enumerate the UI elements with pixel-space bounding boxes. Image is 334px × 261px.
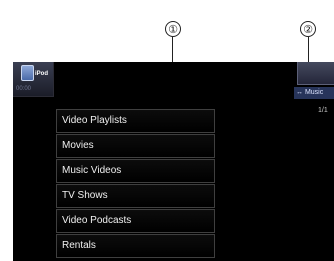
menu-item-tv-shows[interactable]: TV Shows: [56, 184, 215, 208]
elapsed-time: 00:00: [16, 86, 32, 92]
menu-item-rentals[interactable]: Rentals: [56, 234, 215, 258]
ipod-source-button[interactable]: iPod 00:00: [13, 62, 54, 97]
page-indicator: 1/1: [318, 107, 328, 114]
video-menu-list: Video Playlists Movies Music Videos TV S…: [56, 109, 215, 261]
ipod-icon: [21, 65, 34, 81]
music-tab[interactable]: ↔ Music: [294, 87, 334, 99]
menu-item-video-podcasts[interactable]: Video Podcasts: [56, 209, 215, 233]
menu-item-music-videos[interactable]: Music Videos: [56, 159, 215, 183]
callout-2: ②: [300, 21, 316, 37]
menu-item-video-playlists[interactable]: Video Playlists: [56, 109, 215, 133]
callout-1: ①: [165, 21, 181, 37]
top-right-control[interactable]: [297, 62, 334, 85]
ipod-label: iPod: [35, 71, 48, 77]
menu-item-movies[interactable]: Movies: [56, 134, 215, 158]
head-unit-screen: iPod 00:00 Video Playlists Movies Music …: [13, 62, 334, 261]
